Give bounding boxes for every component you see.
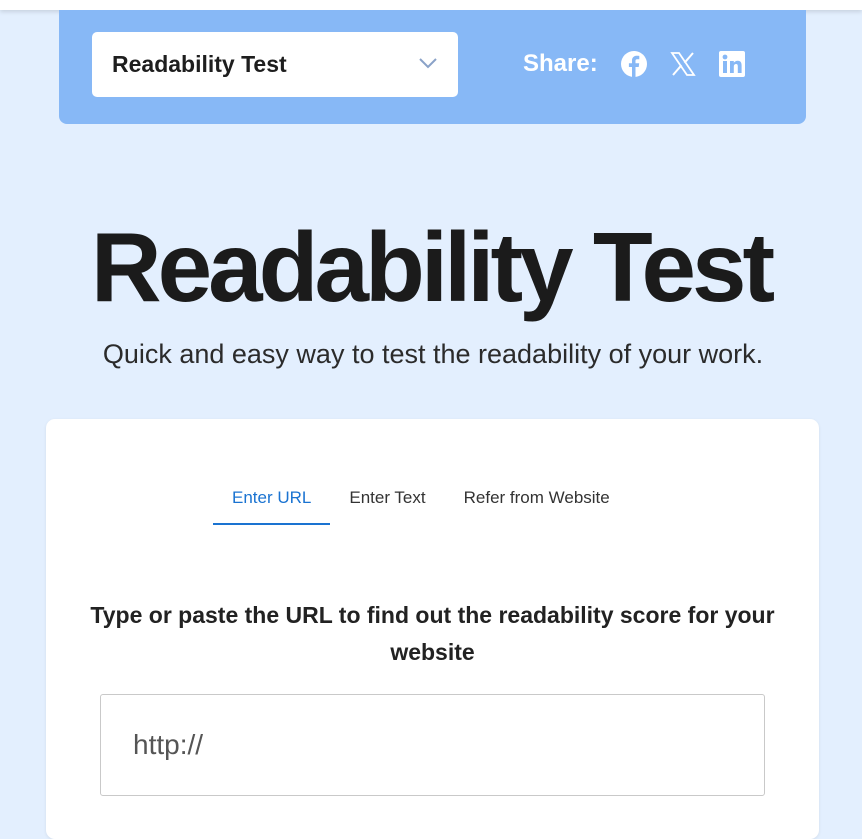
- tool-select-label: Readability Test: [112, 51, 287, 77]
- readability-tool-card: Enter URL Enter Text Refer from Website …: [46, 419, 819, 839]
- url-input[interactable]: [100, 694, 765, 796]
- x-icon[interactable]: [669, 50, 697, 78]
- chevron-down-icon: [419, 58, 437, 69]
- tab-enter-text[interactable]: Enter Text: [330, 485, 444, 525]
- top-nav-edge: [0, 0, 862, 10]
- facebook-icon[interactable]: [620, 50, 648, 78]
- tool-select-dropdown[interactable]: Readability Test: [92, 32, 458, 97]
- share-bar: Share:: [523, 50, 767, 78]
- url-prompt-text: Type or paste the URL to find out the re…: [90, 602, 775, 665]
- tab-refer-from-website[interactable]: Refer from Website: [445, 485, 629, 525]
- page-title: Readability Test: [90, 212, 775, 322]
- linkedin-icon[interactable]: [718, 50, 746, 78]
- page-subtitle: Quick and easy way to test the readabili…: [102, 339, 764, 369]
- tool-header-bar: Readability Test Share:: [59, 10, 806, 124]
- share-label: Share:: [523, 50, 598, 77]
- input-mode-tabs: Enter URL Enter Text Refer from Website: [213, 485, 629, 526]
- tab-enter-url[interactable]: Enter URL: [213, 485, 331, 525]
